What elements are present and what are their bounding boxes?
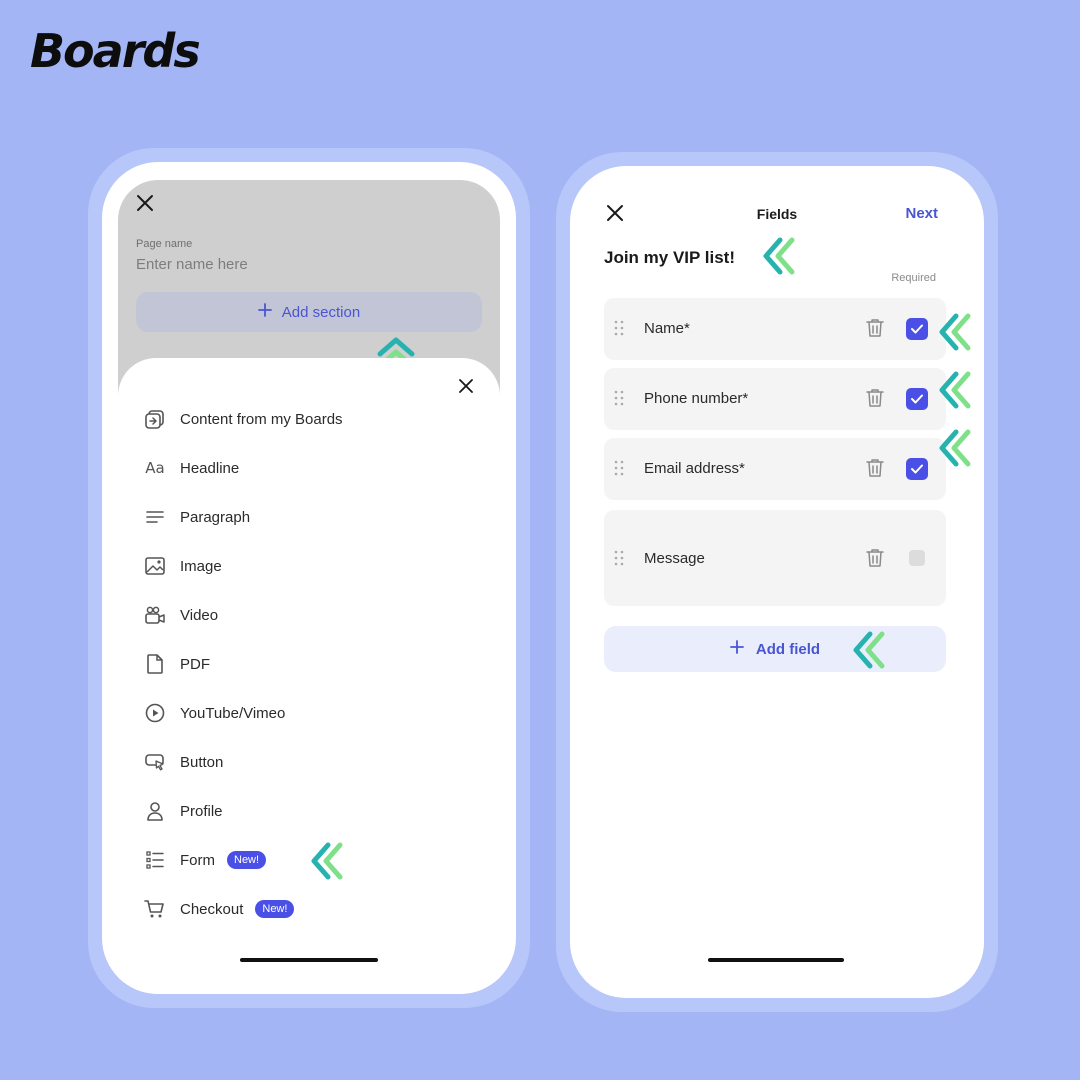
- trash-icon[interactable]: [866, 388, 884, 413]
- video-icon: [144, 604, 166, 626]
- new-badge: New!: [255, 900, 295, 918]
- menu-item-button[interactable]: Button: [144, 747, 223, 777]
- menu-item-label: Form: [180, 851, 215, 869]
- page-name-input[interactable]: [136, 256, 436, 273]
- drag-handle-icon[interactable]: [614, 550, 624, 571]
- new-badge: New!: [227, 851, 267, 869]
- drag-handle-icon[interactable]: [614, 460, 624, 481]
- menu-item-label: Button: [180, 753, 224, 771]
- form-icon: [144, 849, 166, 871]
- drag-handle-icon[interactable]: [614, 390, 624, 411]
- right-phone: Fields Next Join my VIP list! Required N…: [556, 152, 998, 1012]
- text-icon: Aa: [145, 459, 165, 477]
- trash-icon[interactable]: [866, 548, 884, 573]
- image-icon: [144, 555, 166, 577]
- field-name: Message: [644, 550, 705, 567]
- menu-item-content-from-boards[interactable]: Content from my Boards: [144, 404, 343, 434]
- double-chevron-left-icon: [934, 312, 974, 357]
- field-name: Email address*: [644, 460, 745, 477]
- field-name: Name*: [644, 320, 690, 337]
- button-icon: [144, 751, 166, 773]
- menu-item-label: Checkout: [180, 900, 244, 918]
- menu-item-youtube-vimeo[interactable]: YouTube/Vimeo: [144, 698, 285, 728]
- menu-item-label: PDF: [180, 655, 210, 673]
- field-row-name[interactable]: Name*: [604, 298, 946, 360]
- menu-item-headline[interactable]: Aa Headline: [144, 453, 239, 483]
- next-button[interactable]: Next: [905, 205, 938, 222]
- required-checkbox-checked[interactable]: [906, 458, 928, 480]
- plus-icon: [257, 303, 272, 321]
- menu-item-label: Headline: [180, 459, 240, 477]
- required-checkbox-checked[interactable]: [906, 388, 928, 410]
- home-indicator: [240, 958, 378, 962]
- required-checkbox-unchecked[interactable]: [909, 550, 925, 566]
- left-phone-screen: Page name Add section: [102, 162, 516, 994]
- double-chevron-left-icon: [306, 841, 346, 886]
- plus-icon: [730, 640, 744, 658]
- form-title: Join my VIP list!: [604, 248, 736, 267]
- add-field-label: Add field: [755, 640, 821, 658]
- menu-item-paragraph[interactable]: Paragraph: [144, 502, 250, 532]
- menu-item-video[interactable]: Video: [144, 600, 218, 630]
- trash-icon[interactable]: [866, 458, 884, 483]
- add-section-sheet: Content from my Boards Aa Headline Parag…: [118, 358, 500, 994]
- paragraph-icon: [144, 506, 166, 528]
- field-row-message[interactable]: Message: [604, 510, 946, 606]
- home-indicator: [708, 958, 844, 962]
- trash-icon[interactable]: [866, 318, 884, 343]
- add-section-button[interactable]: Add section: [136, 292, 482, 332]
- menu-item-label: Video: [180, 606, 219, 624]
- menu-item-form[interactable]: Form New!: [144, 845, 267, 875]
- menu-item-label: Content from my Boards: [180, 410, 343, 428]
- close-icon[interactable]: [136, 194, 154, 212]
- menu-item-checkout[interactable]: Checkout New!: [144, 894, 295, 924]
- required-column-label: Required: [891, 272, 936, 284]
- boards-content-icon: [144, 408, 166, 430]
- double-chevron-left-icon: [848, 630, 888, 675]
- play-icon: [144, 702, 166, 724]
- field-row-email-address[interactable]: Email address*: [604, 438, 946, 500]
- double-chevron-left-icon: [934, 428, 974, 473]
- left-phone: Page name Add section: [88, 148, 530, 1008]
- close-sheet-icon[interactable]: [458, 378, 474, 394]
- menu-item-label: Profile: [180, 802, 223, 820]
- menu-item-label: Image: [180, 557, 222, 575]
- menu-item-label: YouTube/Vimeo: [180, 704, 286, 722]
- menu-item-label: Paragraph: [180, 508, 251, 526]
- add-field-button[interactable]: Add field: [604, 626, 946, 672]
- double-chevron-left-icon: [758, 236, 798, 281]
- double-chevron-left-icon: [934, 370, 974, 415]
- add-section-label: Add section: [281, 303, 361, 321]
- drag-handle-icon[interactable]: [614, 320, 624, 341]
- boards-logo: Boards: [30, 24, 201, 78]
- field-row-phone-number[interactable]: Phone number*: [604, 368, 946, 430]
- menu-item-pdf[interactable]: PDF: [144, 649, 210, 679]
- cart-icon: [144, 898, 166, 920]
- menu-item-image[interactable]: Image: [144, 551, 222, 581]
- page-name-label: Page name: [136, 238, 193, 250]
- profile-icon: [144, 800, 166, 822]
- menu-item-profile[interactable]: Profile: [144, 796, 223, 826]
- field-name: Phone number*: [644, 390, 749, 407]
- right-phone-screen: Fields Next Join my VIP list! Required N…: [570, 166, 984, 998]
- document-icon: [144, 653, 166, 675]
- required-checkbox-checked[interactable]: [906, 318, 928, 340]
